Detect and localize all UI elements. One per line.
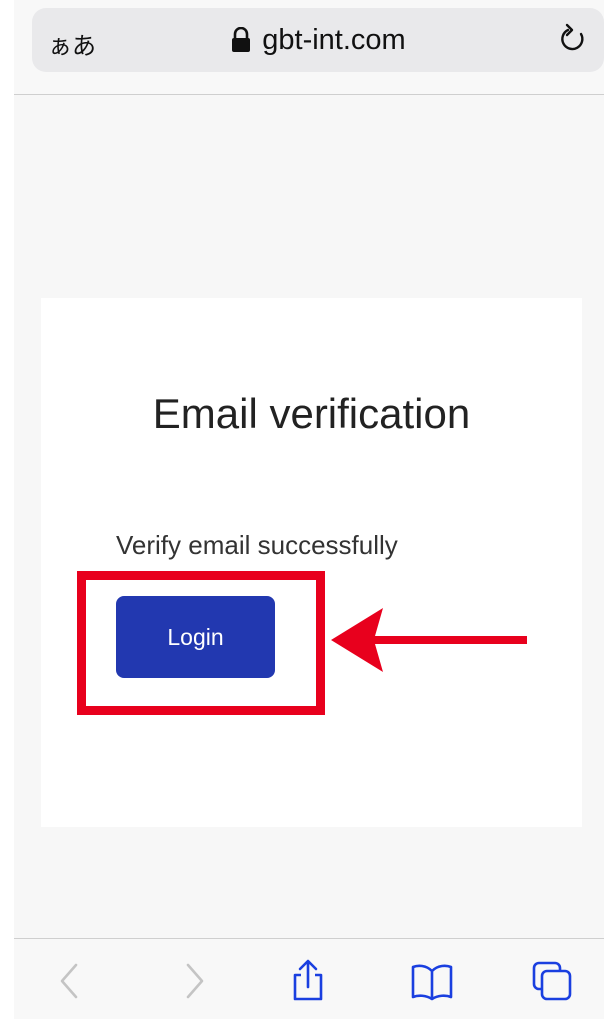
- bottom-toolbar: [14, 938, 604, 1019]
- lock-icon: [232, 27, 251, 52]
- success-message: Verify email successfully: [116, 530, 398, 560]
- share-icon[interactable]: [286, 959, 330, 1003]
- back-icon[interactable]: [48, 959, 92, 1003]
- page-title: Email verification: [152, 390, 471, 437]
- tabs-icon[interactable]: [530, 959, 574, 1003]
- browser-screen: ぁあ gbt-int.com Email verification Verify…: [14, 0, 604, 1019]
- reload-icon[interactable]: [556, 22, 590, 56]
- verification-card: Email verification Verify email successf…: [41, 298, 582, 827]
- url-display[interactable]: gbt-int.com: [32, 8, 604, 72]
- url-field[interactable]: ぁあ gbt-int.com: [32, 8, 604, 72]
- pointer-arrow-icon: [331, 608, 527, 672]
- forward-icon[interactable]: [172, 959, 216, 1003]
- address-bar: ぁあ gbt-int.com: [14, 0, 604, 95]
- url-text: gbt-int.com: [262, 23, 406, 56]
- bookmarks-icon[interactable]: [410, 959, 454, 1003]
- login-button[interactable]: Login: [116, 596, 275, 678]
